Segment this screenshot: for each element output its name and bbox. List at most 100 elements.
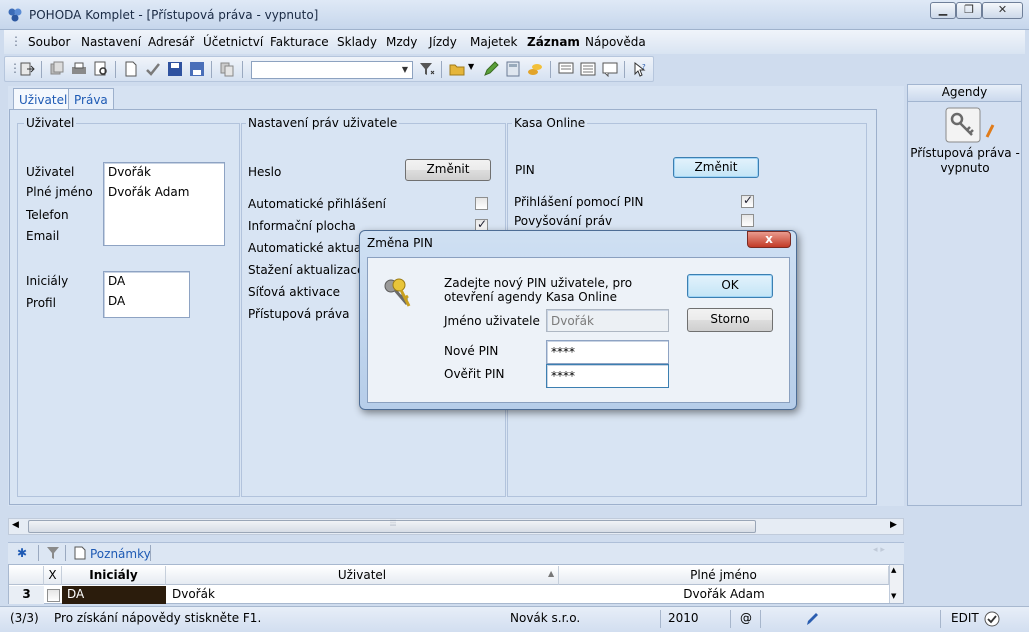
column-header-x[interactable]: X: [44, 566, 62, 585]
exit-icon[interactable]: [19, 61, 35, 77]
calculator-icon[interactable]: [505, 61, 521, 77]
filter-tab-icon[interactable]: [46, 546, 60, 560]
scroll-down-icon[interactable]: ▼: [891, 592, 896, 600]
menu-nastaveni[interactable]: Nastavení: [81, 35, 141, 49]
copy-record-icon[interactable]: [49, 61, 65, 77]
status-at: @: [740, 611, 752, 625]
toolbar: ⋮ ▼ ▼ ?: [4, 56, 654, 82]
message-icon[interactable]: [558, 61, 574, 77]
kasa-group-title: Kasa Online: [512, 116, 588, 130]
row-number-header: [9, 566, 44, 585]
dialog-close-button[interactable]: x: [747, 231, 791, 248]
menu-majetek[interactable]: Majetek: [470, 35, 517, 49]
menu-adresar[interactable]: Adresář: [148, 35, 194, 49]
menu-sklady[interactable]: Sklady: [337, 35, 377, 49]
tab-scroll-icon[interactable]: ◂ ▸: [873, 545, 885, 555]
status-company: Novák s.r.o.: [510, 611, 581, 625]
pin-login-checkbox[interactable]: [741, 193, 754, 208]
close-icon: x: [765, 232, 773, 246]
agendy-title: Agendy: [908, 85, 1021, 102]
new-pin-field[interactable]: ****: [546, 340, 669, 364]
checkmark-icon[interactable]: [145, 61, 161, 77]
column-header-fullname[interactable]: Plné jméno: [559, 566, 889, 585]
rights-elevation-checkbox[interactable]: [741, 214, 754, 227]
menu-napoveda[interactable]: Nápověda: [585, 35, 646, 49]
minimize-button[interactable]: ▁: [930, 2, 956, 19]
tab-prava[interactable]: Práva: [68, 88, 114, 110]
phone-label: Telefon: [26, 208, 69, 222]
status-bar: (3/3) Pro získání nápovědy stiskněte F1.…: [0, 606, 1029, 632]
user-info-field[interactable]: Dvořák Dvořák Adam: [103, 162, 225, 246]
scroll-grip-icon: ⦙⦙⦙: [390, 519, 397, 529]
menu-jizdy[interactable]: Jízdy: [429, 35, 457, 49]
print-icon[interactable]: [71, 61, 87, 77]
restore-icon: ❐: [964, 3, 974, 16]
scroll-right-icon[interactable]: ▶: [890, 520, 897, 530]
ok-button[interactable]: OK: [687, 274, 773, 298]
scroll-up-icon[interactable]: ▲: [891, 566, 896, 574]
row-number[interactable]: 3: [9, 586, 44, 604]
filter-icon[interactable]: [419, 61, 435, 77]
menu-ucetnictvi[interactable]: Účetnictví: [203, 35, 263, 49]
cell-fullname[interactable]: Dvořák Adam: [559, 586, 889, 604]
coins-icon[interactable]: [527, 61, 543, 77]
scroll-left-icon[interactable]: ◀: [12, 520, 19, 530]
dialog-message: Zadejte nový PIN uživatele, pro otevření…: [444, 276, 633, 304]
status-mode: EDIT: [951, 611, 979, 625]
sort-asc-icon: ▲: [548, 569, 555, 578]
save-all-icon[interactable]: [189, 61, 205, 77]
status-record-counter: (3/3): [10, 611, 39, 625]
menu-zaznam[interactable]: Záznam: [527, 35, 580, 49]
note-icon[interactable]: [602, 61, 618, 77]
tab-uzivatel[interactable]: Uživatel: [13, 88, 74, 110]
rights-group-title: Nastavení práv uživatele: [246, 116, 400, 130]
user-label: Uživatel: [26, 165, 75, 179]
chevron-down-icon[interactable]: ▼: [399, 63, 411, 77]
all-records-icon[interactable]: ✱: [17, 546, 27, 560]
row-x-checkbox[interactable]: [47, 589, 60, 602]
right-item-label: Síťová aktivace: [248, 285, 341, 299]
column-header-user[interactable]: Uživatel: [166, 566, 559, 585]
menu-mzdy[interactable]: Mzdy: [386, 35, 417, 49]
help-pointer-icon[interactable]: ?: [632, 61, 648, 77]
list-icon[interactable]: [580, 61, 596, 77]
restore-button[interactable]: ❐: [956, 2, 982, 19]
email-label: Email: [26, 229, 60, 243]
duplicate-icon[interactable]: [219, 61, 235, 77]
close-window-button[interactable]: ✕: [982, 2, 1023, 19]
agendy-item-label[interactable]: Přístupová práva - vypnuto: [910, 146, 1020, 176]
username-field: Dvořák: [546, 309, 669, 332]
close-icon: ✕: [997, 3, 1008, 16]
cell-user[interactable]: Dvořák: [172, 586, 552, 604]
column-header-initials[interactable]: Iniciály: [62, 566, 166, 585]
pin-label: PIN: [515, 163, 535, 177]
cell-initials[interactable]: DA: [62, 586, 166, 604]
dialog-title: Změna PIN: [367, 236, 433, 250]
menu-grip-icon: ⋮: [10, 34, 22, 48]
new-record-icon[interactable]: [123, 61, 139, 77]
auto-login-checkbox[interactable]: [475, 197, 488, 210]
verify-pin-field[interactable]: ****: [546, 364, 669, 388]
print-preview-icon[interactable]: [93, 61, 109, 77]
ok-status-icon: [984, 611, 1000, 627]
search-combo[interactable]: ▼: [251, 61, 413, 79]
cancel-button[interactable]: Storno: [687, 308, 773, 332]
menu-fakturace[interactable]: Fakturace: [270, 35, 329, 49]
save-icon[interactable]: [167, 61, 183, 77]
folder-icon[interactable]: [449, 61, 465, 77]
change-pin-button[interactable]: Změnit: [673, 157, 759, 178]
edit-pen-icon: [807, 613, 818, 625]
records-table: X Iniciály Uživatel ▲ Plné jméno 3 DA Dv…: [8, 564, 904, 604]
pencil-icon[interactable]: [483, 61, 499, 77]
access-rights-keys-icon[interactable]: [945, 107, 997, 145]
change-password-button[interactable]: Změnit: [405, 159, 491, 181]
menu-soubor[interactable]: Soubor: [28, 35, 70, 49]
folder-dropdown-icon[interactable]: ▼: [468, 62, 474, 71]
tab-notes[interactable]: Poznámky: [90, 547, 151, 561]
profile-value: DA: [108, 294, 126, 308]
password-label: Heslo: [248, 165, 282, 179]
initials-profile-field[interactable]: DA DA: [103, 271, 190, 318]
pohoda-app-icon: [8, 8, 22, 22]
svg-text:?: ?: [642, 63, 646, 71]
fullname-label: Plné jméno: [26, 185, 93, 199]
